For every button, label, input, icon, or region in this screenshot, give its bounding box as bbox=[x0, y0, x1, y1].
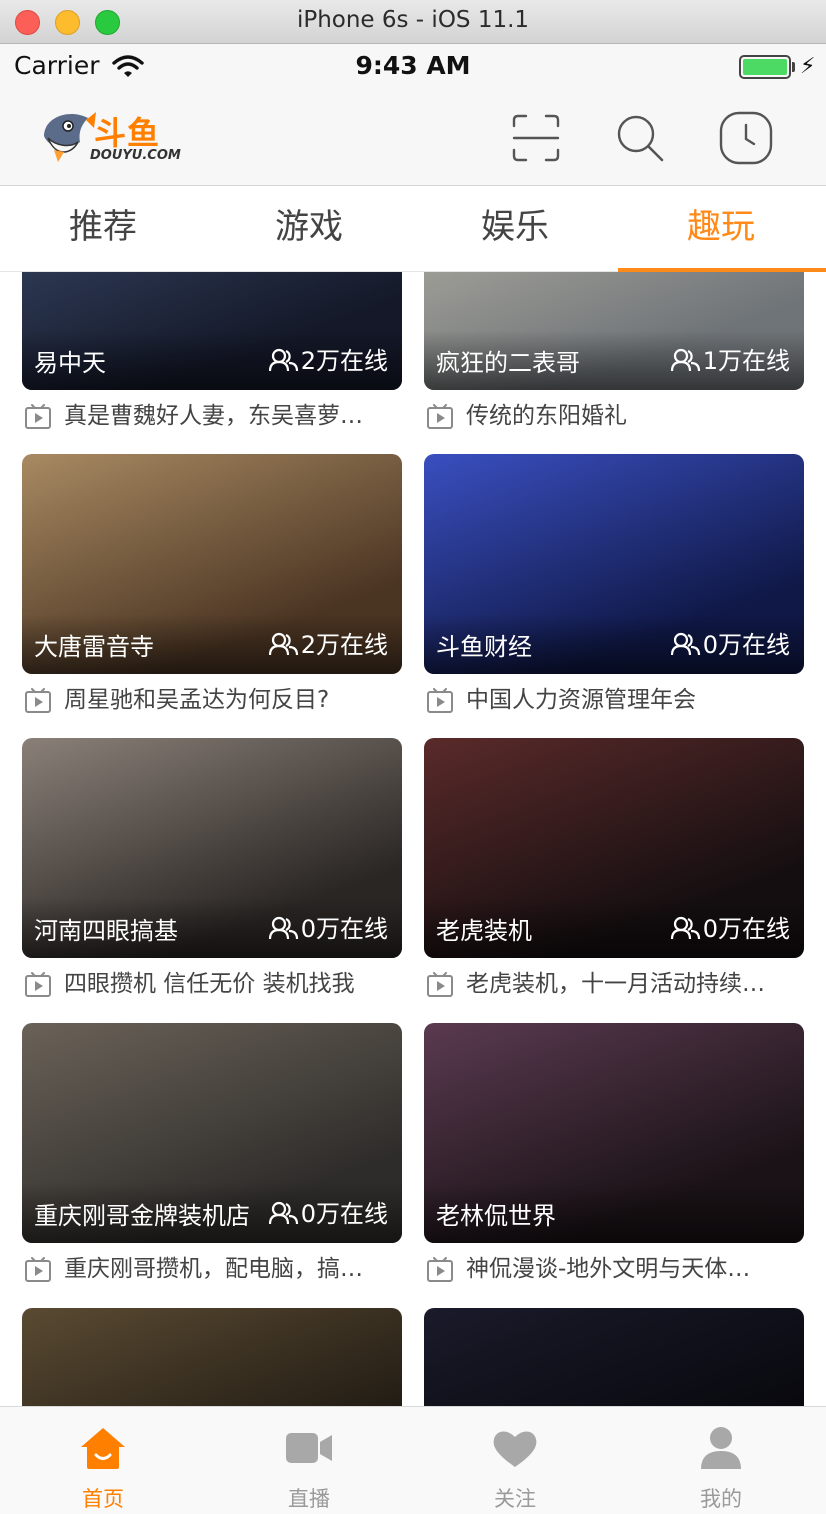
online-count: 0万在线 bbox=[268, 1194, 388, 1229]
room-title: 神侃漫谈-地外文明与天体… bbox=[424, 1251, 804, 1287]
room-title: 真是曹魏好人妻，东吴喜萝… bbox=[22, 398, 402, 434]
room-thumbnail[interactable] bbox=[424, 1308, 804, 1406]
viewers-icon bbox=[268, 347, 301, 375]
anchor-name: 斗鱼财经 bbox=[436, 633, 532, 661]
simulator-title-bar: iPhone 6s - iOS 11.1 bbox=[0, 0, 826, 44]
tabbar-item-follow[interactable]: 关注 bbox=[412, 1407, 618, 1514]
search-icon[interactable] bbox=[612, 110, 668, 166]
room-thumbnail[interactable] bbox=[22, 1308, 402, 1406]
charging-icon: ⚡ bbox=[800, 54, 816, 79]
live-room-feed[interactable]: 易中天 2万在线 真是曹魏好人妻，东吴喜萝… 疯狂的二表哥 1万在线 传统的东阳… bbox=[0, 272, 826, 1406]
logo-subtext: DOUYU.COM bbox=[90, 148, 181, 163]
viewers-icon bbox=[670, 347, 703, 375]
online-count: 0万在线 bbox=[670, 625, 790, 660]
tabbar-label: 直播 bbox=[288, 1487, 330, 1511]
room-thumbnail[interactable]: 易中天 2万在线 bbox=[22, 272, 402, 390]
room-title: 传统的东阳婚礼 bbox=[424, 398, 804, 434]
tab-recommend[interactable]: 推荐 bbox=[0, 186, 206, 272]
online-count: 1万在线 bbox=[670, 341, 790, 376]
online-count: 2万在线 bbox=[268, 625, 388, 660]
tabbar-item-profile[interactable]: 我的 bbox=[618, 1407, 824, 1514]
battery-icon bbox=[739, 55, 791, 79]
room-title: 中国人力资源管理年会 bbox=[424, 682, 804, 718]
douyu-logo[interactable]: 斗鱼 DOUYU.COM bbox=[38, 106, 188, 166]
online-count: 2万在线 bbox=[268, 341, 388, 376]
status-bar: Carrier 9:43 AM ⚡ bbox=[0, 44, 826, 90]
anchor-name: 大唐雷音寺 bbox=[34, 633, 154, 661]
room-thumbnail[interactable]: 斗鱼财经 0万在线 bbox=[424, 454, 804, 674]
status-time: 9:43 AM bbox=[355, 51, 471, 80]
profile-icon bbox=[701, 1427, 741, 1469]
video-camera-icon bbox=[286, 1433, 332, 1463]
window-title: iPhone 6s - iOS 11.1 bbox=[296, 7, 530, 33]
anchor-name: 易中天 bbox=[34, 349, 106, 377]
viewers-icon bbox=[268, 1200, 301, 1228]
room-thumbnail[interactable]: 重庆刚哥金牌装机店 0万在线 bbox=[22, 1023, 402, 1243]
anchor-name: 河南四眼搞基 bbox=[34, 917, 178, 945]
tab-games[interactable]: 游戏 bbox=[206, 186, 412, 272]
room-title: 重庆刚哥攒机，配电脑，搞… bbox=[22, 1251, 402, 1287]
app-header: 斗鱼 DOUYU.COM bbox=[0, 90, 826, 186]
scan-icon[interactable] bbox=[508, 110, 564, 166]
history-icon[interactable] bbox=[718, 110, 774, 166]
room-title: 周星驰和吴孟达为何反目? bbox=[22, 682, 402, 718]
tabbar-label: 首页 bbox=[82, 1487, 124, 1511]
tabbar-label: 关注 bbox=[494, 1487, 536, 1511]
battery-nub bbox=[792, 62, 795, 72]
room-title: 四眼攒机 信任无价 装机找我 bbox=[22, 966, 402, 1002]
fish-mascot-icon bbox=[44, 112, 96, 162]
viewers-icon bbox=[670, 631, 703, 659]
home-icon bbox=[81, 1428, 125, 1469]
online-count: 0万在线 bbox=[268, 909, 388, 944]
tab-entertainment[interactable]: 娱乐 bbox=[412, 186, 618, 272]
tabbar-label: 我的 bbox=[700, 1487, 742, 1511]
viewers-icon bbox=[268, 631, 301, 659]
anchor-name: 老虎装机 bbox=[436, 917, 532, 945]
heart-icon bbox=[493, 1431, 537, 1467]
anchor-name: 老林侃世界 bbox=[436, 1202, 556, 1230]
bottom-tab-bar: 首页 直播 关注 我的 bbox=[0, 1406, 826, 1514]
tabbar-item-home[interactable]: 首页 bbox=[0, 1407, 206, 1514]
room-thumbnail[interactable]: 老虎装机 0万在线 bbox=[424, 738, 804, 958]
room-thumbnail[interactable]: 疯狂的二表哥 1万在线 bbox=[424, 272, 804, 390]
viewers-icon bbox=[268, 915, 301, 943]
category-tabs: 推荐 游戏 娱乐 趣玩 bbox=[0, 186, 826, 272]
room-thumbnail[interactable]: 河南四眼搞基 0万在线 bbox=[22, 738, 402, 958]
anchor-name: 疯狂的二表哥 bbox=[436, 349, 580, 377]
room-thumbnail[interactable]: 大唐雷音寺 2万在线 bbox=[22, 454, 402, 674]
online-count: 0万在线 bbox=[670, 909, 790, 944]
tabbar-item-live[interactable]: 直播 bbox=[206, 1407, 412, 1514]
room-thumbnail[interactable]: 老林侃世界 bbox=[424, 1023, 804, 1243]
anchor-name: 重庆刚哥金牌装机店 bbox=[34, 1202, 250, 1230]
room-title: 老虎装机，十一月活动持续… bbox=[424, 966, 804, 1002]
viewers-icon bbox=[670, 915, 703, 943]
tab-fun[interactable]: 趣玩 bbox=[618, 186, 824, 272]
